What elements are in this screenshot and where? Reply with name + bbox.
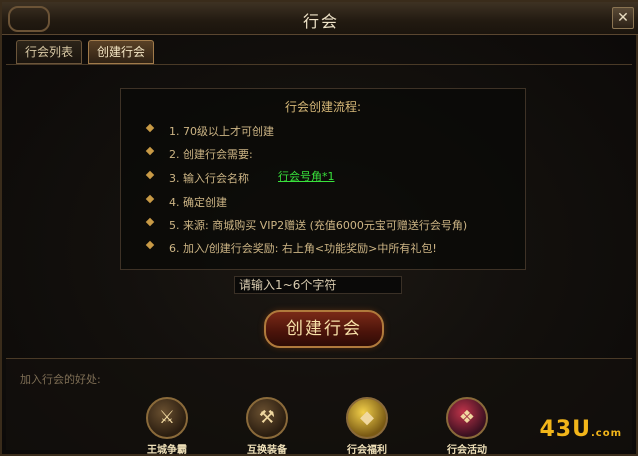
benefit-city-war[interactable]: ⚔ 王城争霸 [132,397,202,456]
bullet-icon [145,194,155,204]
tab-guild-list[interactable]: 行会列表 [16,40,83,64]
guild-window: 行会 ✕ 行会列表 创建行会 行会创建流程: 1. 70级以上才可创建 2. 创… [0,0,638,456]
bullet-icon [145,240,155,250]
equipment-icon: ⚒ [246,397,288,439]
site-watermark-logo: 43U.com [539,417,622,442]
benefits-title: 加入行会的好处: [20,373,101,386]
bullet-icon [145,217,155,227]
creation-process-panel: 行会创建流程: 1. 70级以上才可创建 2. 创建行会需要: 行会号角*1 3… [120,88,526,270]
window-title: 行会 [302,12,339,31]
step-3: 3. 输入行会名称 [145,170,249,186]
title-bar[interactable]: 行会 ✕ [2,2,638,35]
step-6: 6. 加入/创建行会奖励: 右上角<功能奖励>中所有礼包! [145,240,437,256]
tab-create-guild[interactable]: 创建行会 [88,40,155,64]
close-button[interactable]: ✕ [612,7,634,29]
bullet-icon [145,170,155,180]
benefit-guild-welfare[interactable]: ◆ 行会福利 [332,397,402,456]
benefits-section: 加入行会的好处: ⚔ 王城争霸 ⚒ 互换装备 ◆ 行会福利 ❖ 行会活动 43U… [6,358,632,456]
guild-horn-item-link[interactable]: 行会号角*1 [278,168,335,184]
gift-icon: ❖ [446,397,488,439]
benefit-guild-activity[interactable]: ❖ 行会活动 [432,397,502,456]
create-guild-button[interactable]: 创建行会 [264,310,384,348]
step-5: 5. 来源: 商城购买 VIP2赠送 (充值6000元宝可赠送行会号角) [145,217,467,233]
tab-divider [6,64,632,65]
bullet-icon [145,146,155,156]
bullet-icon [145,123,155,133]
guild-name-input[interactable]: 请输入1~6个字符 [234,276,402,294]
benefit-exchange-equipment[interactable]: ⚒ 互换装备 [232,397,302,456]
step-2: 2. 创建行会需要: [145,146,253,162]
process-title: 行会创建流程: [284,100,362,114]
crossed-swords-icon: ⚔ [146,397,188,439]
step-1: 1. 70级以上才可创建 [145,123,274,139]
gold-ingot-icon: ◆ [346,397,388,439]
step-4: 4. 确定创建 [145,194,227,210]
